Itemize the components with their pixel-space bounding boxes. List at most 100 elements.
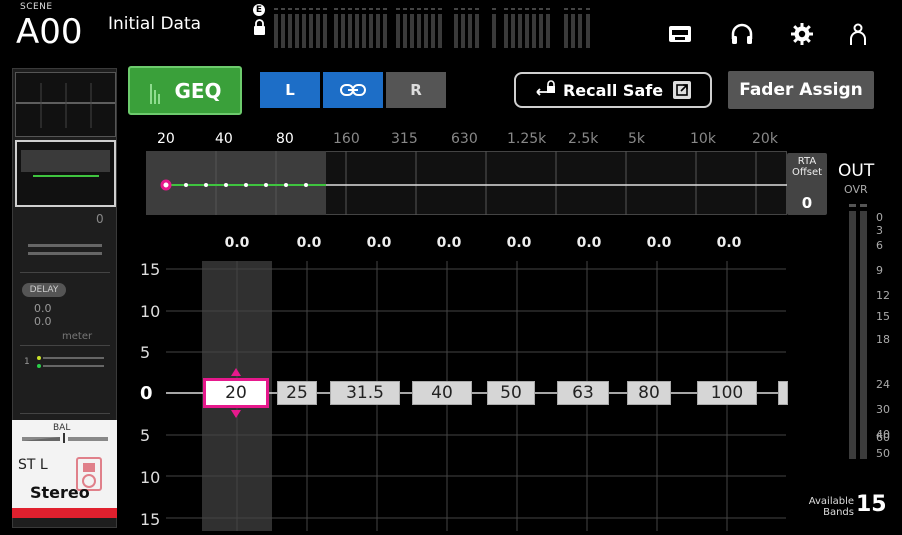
band-fader[interactable]: 80: [627, 381, 671, 405]
meter-peak: [578, 8, 582, 10]
rta-offset-label: RTA Offset: [791, 156, 823, 178]
eq-thumbnail[interactable]: [15, 72, 116, 137]
meter-bar: [578, 14, 582, 48]
meter-peak: [396, 8, 400, 10]
band-fader[interactable]: 25: [277, 381, 317, 405]
meter-peak: [341, 8, 345, 10]
divider: [20, 345, 110, 346]
db-axis-label: 15: [140, 510, 161, 529]
band-gain-value: 0.0: [436, 235, 462, 251]
insert-indicator[interactable]: 1: [24, 352, 108, 374]
ovr-label: OVR: [844, 183, 868, 196]
gain-down-arrow-icon[interactable]: [229, 408, 243, 420]
band-fader[interactable]: 31.5: [330, 381, 400, 405]
band-fader-partial[interactable]: [778, 381, 788, 405]
meter-bar: [438, 14, 442, 48]
meter-bar: [468, 14, 472, 48]
out-scale-label: 18: [876, 333, 890, 346]
meter-peak: [424, 8, 428, 10]
lock-mode-badge: E: [253, 4, 265, 16]
left-channel-button[interactable]: L: [260, 72, 320, 108]
geq-thumbnail[interactable]: [15, 140, 116, 207]
meter-bar: [376, 14, 380, 48]
band-gain-value: 0.0: [224, 235, 250, 251]
meter-bar: [403, 14, 407, 48]
meter-peak: [525, 8, 529, 10]
meter-peak: [546, 8, 550, 10]
meter-bar: [454, 14, 458, 48]
meter-bar: [316, 14, 320, 48]
recall-safe-button[interactable]: Recall Safe: [514, 72, 712, 108]
link-icon: [340, 84, 366, 96]
delay-value: 0.0: [34, 315, 52, 328]
link-button[interactable]: [323, 72, 383, 108]
meter-peak: [410, 8, 414, 10]
meter-bar: [539, 14, 543, 48]
band-gain-value: 0.0: [506, 235, 532, 251]
meter-peak: [295, 8, 299, 10]
meter-bar: [525, 14, 529, 48]
meter-peak: [383, 8, 387, 10]
meter-peak: [438, 8, 442, 10]
meter-peak: [431, 8, 435, 10]
meter-bar: [546, 14, 550, 48]
meter-bar: [504, 14, 508, 48]
band-fader[interactable]: 40: [412, 381, 472, 405]
out-scale-label: 24: [876, 378, 890, 391]
db-axis-label: 10: [140, 302, 161, 321]
meter-peak: [492, 8, 496, 10]
meter-peak: [564, 8, 568, 10]
gear-icon[interactable]: [790, 22, 814, 46]
freq-label: 160: [333, 131, 360, 147]
meter-peak: [288, 8, 292, 10]
meter-bar: [410, 14, 414, 48]
meter-peak: [518, 8, 522, 10]
headphones-icon[interactable]: [730, 22, 754, 46]
lock-icon[interactable]: [254, 19, 265, 35]
meter-peak: [302, 8, 306, 10]
meter-peak: [539, 8, 543, 10]
delay-badge[interactable]: DELAY: [22, 283, 66, 297]
user-icon[interactable]: [846, 22, 870, 46]
freq-label: 80: [276, 131, 294, 147]
freq-label: 5k: [628, 131, 646, 147]
gain-up-arrow-icon[interactable]: [229, 366, 243, 378]
band-gain-value: 0.0: [366, 235, 392, 251]
meter-bar: [341, 14, 345, 48]
meter-bar: [586, 14, 590, 48]
fader-assign-button[interactable]: Fader Assign: [728, 71, 874, 109]
geq-button-label: GEQ: [174, 78, 222, 103]
out-scale-label: 30: [876, 403, 890, 416]
out-label: OUT: [838, 161, 875, 181]
scene-number[interactable]: A00: [16, 10, 83, 54]
strip-bar: [28, 244, 102, 247]
delay-unit: meter: [62, 331, 93, 342]
meter-bar: [295, 14, 299, 48]
out-scale-label: 60: [876, 431, 890, 444]
scene-name[interactable]: Initial Data: [108, 14, 201, 34]
meter-bar: [564, 14, 568, 48]
geq-bars-icon: [150, 83, 161, 104]
popup-icon: [673, 81, 692, 99]
recall-safe-label: Recall Safe: [562, 80, 664, 100]
geq-button[interactable]: GEQ: [128, 66, 242, 115]
db-axis-label: 10: [140, 468, 161, 487]
meter-peak: [334, 8, 338, 10]
meter-peak: [403, 8, 407, 10]
cassette-icon[interactable]: [668, 22, 692, 46]
meter-peak: [586, 8, 590, 10]
svg-text:1: 1: [24, 357, 30, 367]
out-meter-right: [860, 211, 867, 459]
band-fader[interactable]: 100: [697, 381, 757, 405]
out-scale-label: 9: [876, 264, 883, 277]
freq-label: 40: [215, 131, 233, 147]
right-channel-button[interactable]: R: [386, 72, 446, 108]
band-fader[interactable]: 63: [557, 381, 609, 405]
out-scale-label: 6: [876, 239, 883, 252]
meter-peak: [316, 8, 320, 10]
band-fader-selected[interactable]: 20: [203, 378, 269, 408]
band-fader[interactable]: 50: [487, 381, 535, 405]
channel-meter-overview[interactable]: [274, 8, 594, 48]
out-meter-left: [849, 211, 856, 459]
strip-bar: [28, 252, 102, 255]
